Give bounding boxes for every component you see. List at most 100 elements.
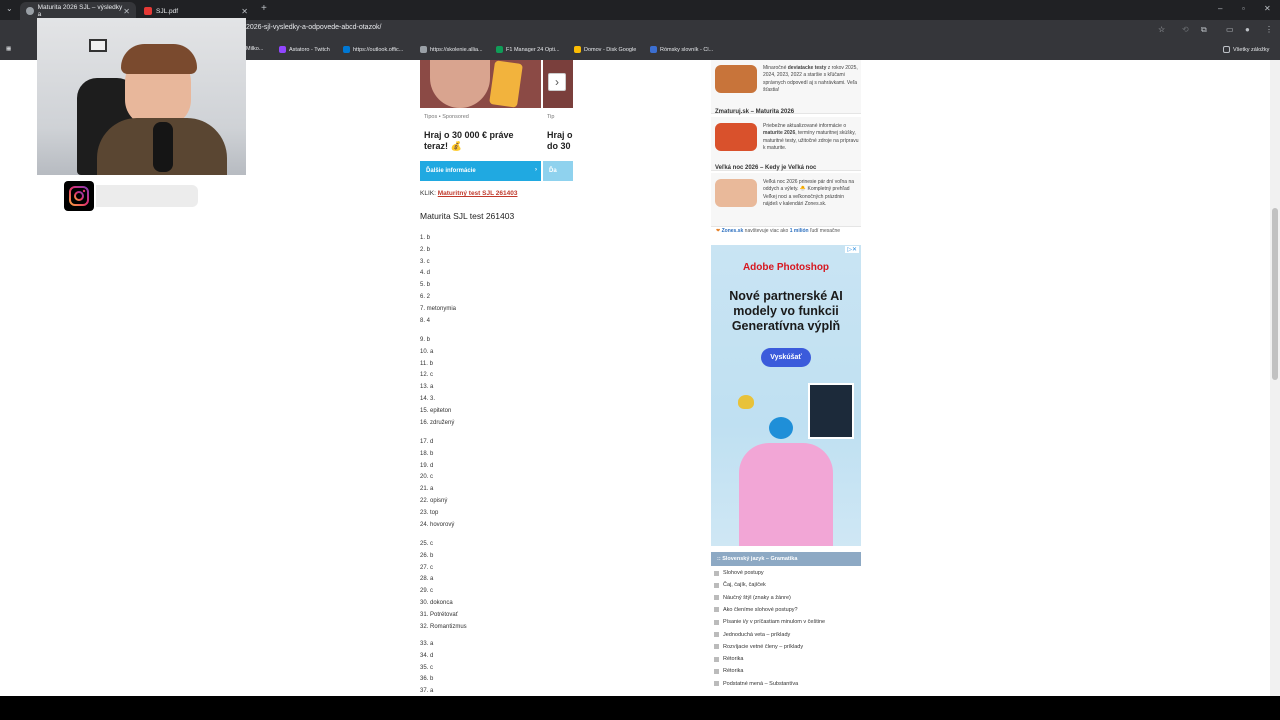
close-icon[interactable]: ✕ — [241, 7, 248, 16]
carousel-next-button[interactable]: › — [548, 73, 566, 91]
answer-item: 34. d — [420, 652, 434, 659]
grammar-link[interactable]: Písanie i/y v príčastiam minulom v češti… — [714, 619, 825, 625]
grammar-link[interactable]: Ako členíme slohové postupy? — [714, 607, 798, 613]
close-icon[interactable]: ✕ — [123, 7, 130, 16]
zones-footer: ❤ Zones.sk navštevuje viac ako 1 milión … — [716, 228, 840, 234]
ad-source: Tip — [547, 114, 555, 120]
page-scrollbar[interactable] — [1270, 60, 1280, 696]
answer-item: 24. hovorový — [420, 521, 455, 528]
grammar-link[interactable]: Rozvíjacie vetné členy – príklady — [714, 644, 803, 650]
sidebar-item-deviatacke-testy[interactable]: Minaročné deviatacke testy z rokov 2025,… — [711, 60, 861, 114]
globe-icon — [420, 46, 427, 53]
answer-item: 26. b — [420, 552, 434, 559]
answer-item: 3. c — [420, 258, 430, 265]
sidepanel-icon[interactable]: ▭ — [1226, 25, 1234, 34]
sidebar-item-velka-noc[interactable]: Veľká noc 2026 – Kedy je Veľká noc Veľká… — [711, 165, 861, 227]
bookmark-label: Milko... — [246, 46, 264, 52]
adobe-try-button[interactable]: Vyskúšať — [761, 348, 811, 367]
wall-picture — [89, 39, 107, 52]
answer-item: 11. b — [420, 360, 433, 367]
sidebar-item-text: Minaročné deviatacke testy z rokov 2025,… — [763, 65, 858, 93]
bookmark-label: https://outlook.offic... — [353, 46, 404, 53]
bookmark-label: F1 Manager 24 Opti... — [506, 46, 560, 53]
profile-icon[interactable]: ● — [1245, 25, 1250, 34]
bookmark-item[interactable]: Milko... — [246, 46, 263, 52]
apps-grid-icon[interactable]: ▦ — [6, 46, 11, 52]
grammar-link[interactable]: Čaj, čajík, čajíček — [714, 582, 766, 588]
answer-item: 36. b — [420, 676, 434, 683]
zones-brand[interactable]: Zones.sk — [722, 228, 744, 234]
tab-title: Maturita 2026 SJL – výsledky a — [37, 4, 123, 18]
klik-prefix: KLIK: — [420, 190, 436, 197]
ad-more-info-button[interactable]: Ďa — [543, 161, 573, 181]
sponsored-ad-card[interactable]: Tipos • Sponsored Hraj o 30 000 € práve … — [420, 60, 541, 183]
new-tab-icon[interactable]: + — [261, 3, 267, 14]
adobe-headline: Nové partnerské AI modely vo funkcii Gen… — [729, 289, 843, 333]
adchoices-icon[interactable]: ▷✕ — [845, 246, 859, 253]
star-icon[interactable]: ☆ — [1158, 25, 1165, 34]
grammar-link-label: Rozvíjacie vetné členy – príklady — [723, 643, 804, 650]
sidebar-item-title[interactable]: Veľká noc 2026 – Kedy je Veľká noc — [715, 165, 816, 171]
bookmark-label: Rómsky slovník - Cl... — [660, 46, 714, 53]
globe-icon — [343, 46, 350, 53]
grammar-heading: :: Slovenský jazyk – Gramatika — [711, 552, 861, 566]
answer-item: 4. d — [420, 270, 431, 277]
maturita-test-link[interactable]: Maturitný test SJL 261403 — [438, 190, 518, 197]
adobe-photoshop-ad[interactable]: ▷✕ Adobe Photoshop Nové partnerské AI mo… — [711, 245, 861, 546]
answer-item: 22. opisný — [420, 498, 448, 504]
microphone — [153, 122, 173, 172]
sidebar-item-text: Priebežne aktualizované informácie o mat… — [763, 123, 859, 151]
sidebar-item-title[interactable]: Zmaturuj.sk – Maturita 2026 — [715, 109, 794, 115]
answer-item: 28. a — [420, 576, 434, 583]
bookmark-item[interactable]: Rómsky slovník - Cl... — [650, 46, 713, 53]
klik-line: KLIK: Maturitný test SJL 261403 — [420, 190, 517, 197]
minimize-icon[interactable]: – — [1218, 4, 1222, 13]
bookmark-item[interactable]: Domov - Disk Google — [574, 46, 636, 53]
scrollbar-thumb[interactable] — [1272, 208, 1278, 380]
bookmark-label: Domov - Disk Google — [584, 46, 637, 53]
all-bookmarks[interactable]: Všetky záložky — [1223, 46, 1269, 53]
tab-search-icon[interactable]: ⌄ — [6, 4, 13, 13]
answer-item: 16. združený — [420, 419, 455, 426]
bookmark-item[interactable]: https://skolenie.allia... — [420, 46, 483, 53]
grammar-link[interactable]: Slohové postupy — [714, 570, 764, 576]
grammar-link[interactable]: Náučný štýl (znaky a žánre) — [714, 595, 791, 601]
ad-image — [420, 60, 541, 108]
bookmark-item[interactable]: https://outlook.offic... — [343, 46, 403, 53]
answer-item: 15. epiteton — [420, 407, 452, 414]
answer-item: 8. 4 — [420, 317, 431, 324]
sidebar-item-zmaturuj[interactable]: Zmaturuj.sk – Maturita 2026 Priebežne ak… — [711, 109, 861, 171]
close-window-icon[interactable]: ✕ — [1264, 4, 1271, 13]
answer-item: 20. c — [420, 474, 434, 481]
bullet-square-icon — [714, 570, 719, 576]
zones-suffix: ľudí mesačne — [810, 228, 841, 234]
bookmark-item[interactable]: Astatoro - Twitch — [279, 46, 330, 53]
url-text[interactable]: 2026-sjl-vysledky-a-odpovede-abcd-otazok… — [246, 24, 381, 31]
ad-inset-photo — [808, 383, 854, 439]
instagram-handle-pill — [96, 185, 198, 207]
grammar-link[interactable]: Rétorika — [714, 668, 743, 674]
answer-item: 33. a — [420, 641, 434, 647]
bullet-square-icon — [714, 668, 719, 674]
ad-more-info-button[interactable]: Ďalšie informácie › — [420, 161, 541, 181]
ad-title: Hraj o do 30 — [547, 130, 573, 151]
folder-icon — [650, 46, 657, 53]
answer-item: 12. c — [420, 372, 434, 379]
ad-title[interactable]: Hraj o 30 000 € práve teraz! 💰 — [424, 130, 539, 152]
puzzle-icon[interactable]: ⧉ — [1201, 25, 1207, 35]
chevron-right-icon: › — [555, 75, 559, 89]
bullet-square-icon — [714, 644, 719, 650]
answer-item: 31. Potrétovať — [420, 611, 458, 618]
menu-dots-icon[interactable]: ⋮ — [1265, 25, 1273, 34]
restore-icon[interactable]: ▫ — [1242, 4, 1245, 13]
extension-icon[interactable]: ⟲ — [1182, 25, 1189, 34]
bookmark-label: Astatoro - Twitch — [289, 46, 330, 53]
grammar-link[interactable]: Podstatné mená – Substantíva — [714, 681, 798, 687]
grammar-link[interactable]: Jednoduchá veta – príklady — [714, 632, 790, 638]
bookmark-item[interactable]: F1 Manager 24 Opti... — [496, 46, 560, 53]
zones-text: navštevuje viac ako — [744, 228, 789, 234]
grammar-link[interactable]: Rétorika — [714, 656, 743, 662]
sidebar-item-text: Veľká noc 2026 prinesie pár dní voľna na… — [763, 179, 855, 207]
person-hair — [121, 44, 197, 74]
answer-item: 32. Romantizmus — [420, 623, 467, 630]
